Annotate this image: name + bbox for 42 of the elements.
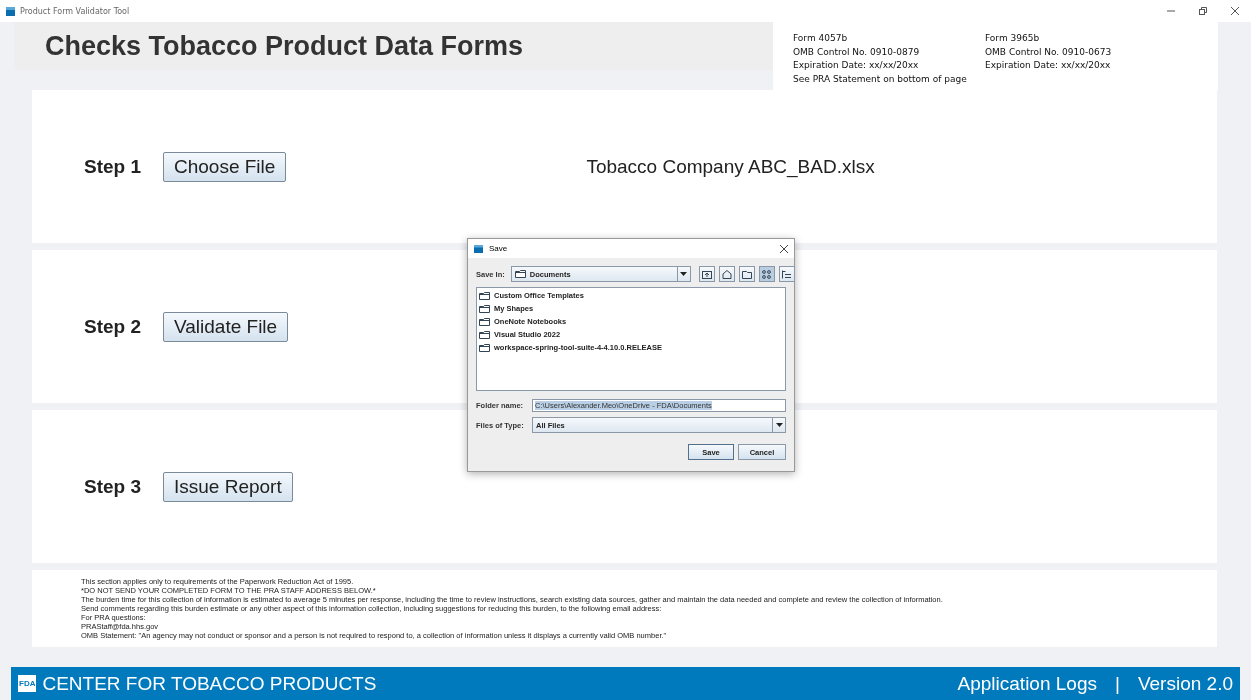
brand-name: CENTER FOR TOBACCO PRODUCTS [42,672,378,695]
view-mode-button[interactable] [778,266,795,282]
separator: | [1115,672,1120,695]
form-info-line: OMB Control No. 0910-0673 [985,45,1113,59]
caret-icon [775,423,783,427]
dialog-title: Save [489,244,509,253]
form-info-line: OMB Control No. 0910-0879 [793,45,921,59]
footer-link[interactable]: Application Logs [957,672,1097,695]
form-info-line: Expiration Date: xx/xx/20xx [985,59,1112,72]
app-icon [6,6,15,16]
step-label: Step 2 [84,315,143,338]
logo: FDA [18,675,37,692]
form-info-line: Expiration Date: xx/xx/20xx [793,59,920,72]
folder-up-icon[interactable] [701,269,712,279]
folder-icon [479,330,490,339]
form-info-line: See PRA Statement on bottom of page [793,72,968,86]
window-title: Product Form Validator Tool [20,6,131,16]
step-button[interactable]: Validate File [163,311,289,342]
view-mode-button[interactable] [758,266,775,282]
restore-icon[interactable] [1199,7,1207,15]
new-folder-icon[interactable] [741,269,752,279]
caret-icon [680,272,688,276]
grid-view-icon [762,269,772,279]
step-button[interactable]: Choose File [163,151,287,182]
form-info-line: Form 4057b [793,32,849,45]
folder-icon [479,291,490,300]
list-view-icon [782,269,792,279]
version-label: Version 2.0 [1137,672,1233,695]
home-icon[interactable] [721,269,732,279]
folder-icon [479,317,490,326]
step-button[interactable]: Issue Report [163,471,293,502]
page-title: Checks Tobacco Product Data Forms [45,30,524,62]
folder-icon [479,343,490,352]
file-name: Tobacco Company ABC_BAD.xlsx [586,155,875,178]
folder-icon [479,304,490,313]
app-icon [474,244,483,253]
step-label: Step 1 [84,155,143,178]
close-icon[interactable] [780,244,788,253]
step-label: Step 3 [84,475,143,498]
close-icon[interactable] [1231,7,1239,15]
folder-icon [514,270,526,278]
form-info-line: Form 3965b [985,32,1041,45]
